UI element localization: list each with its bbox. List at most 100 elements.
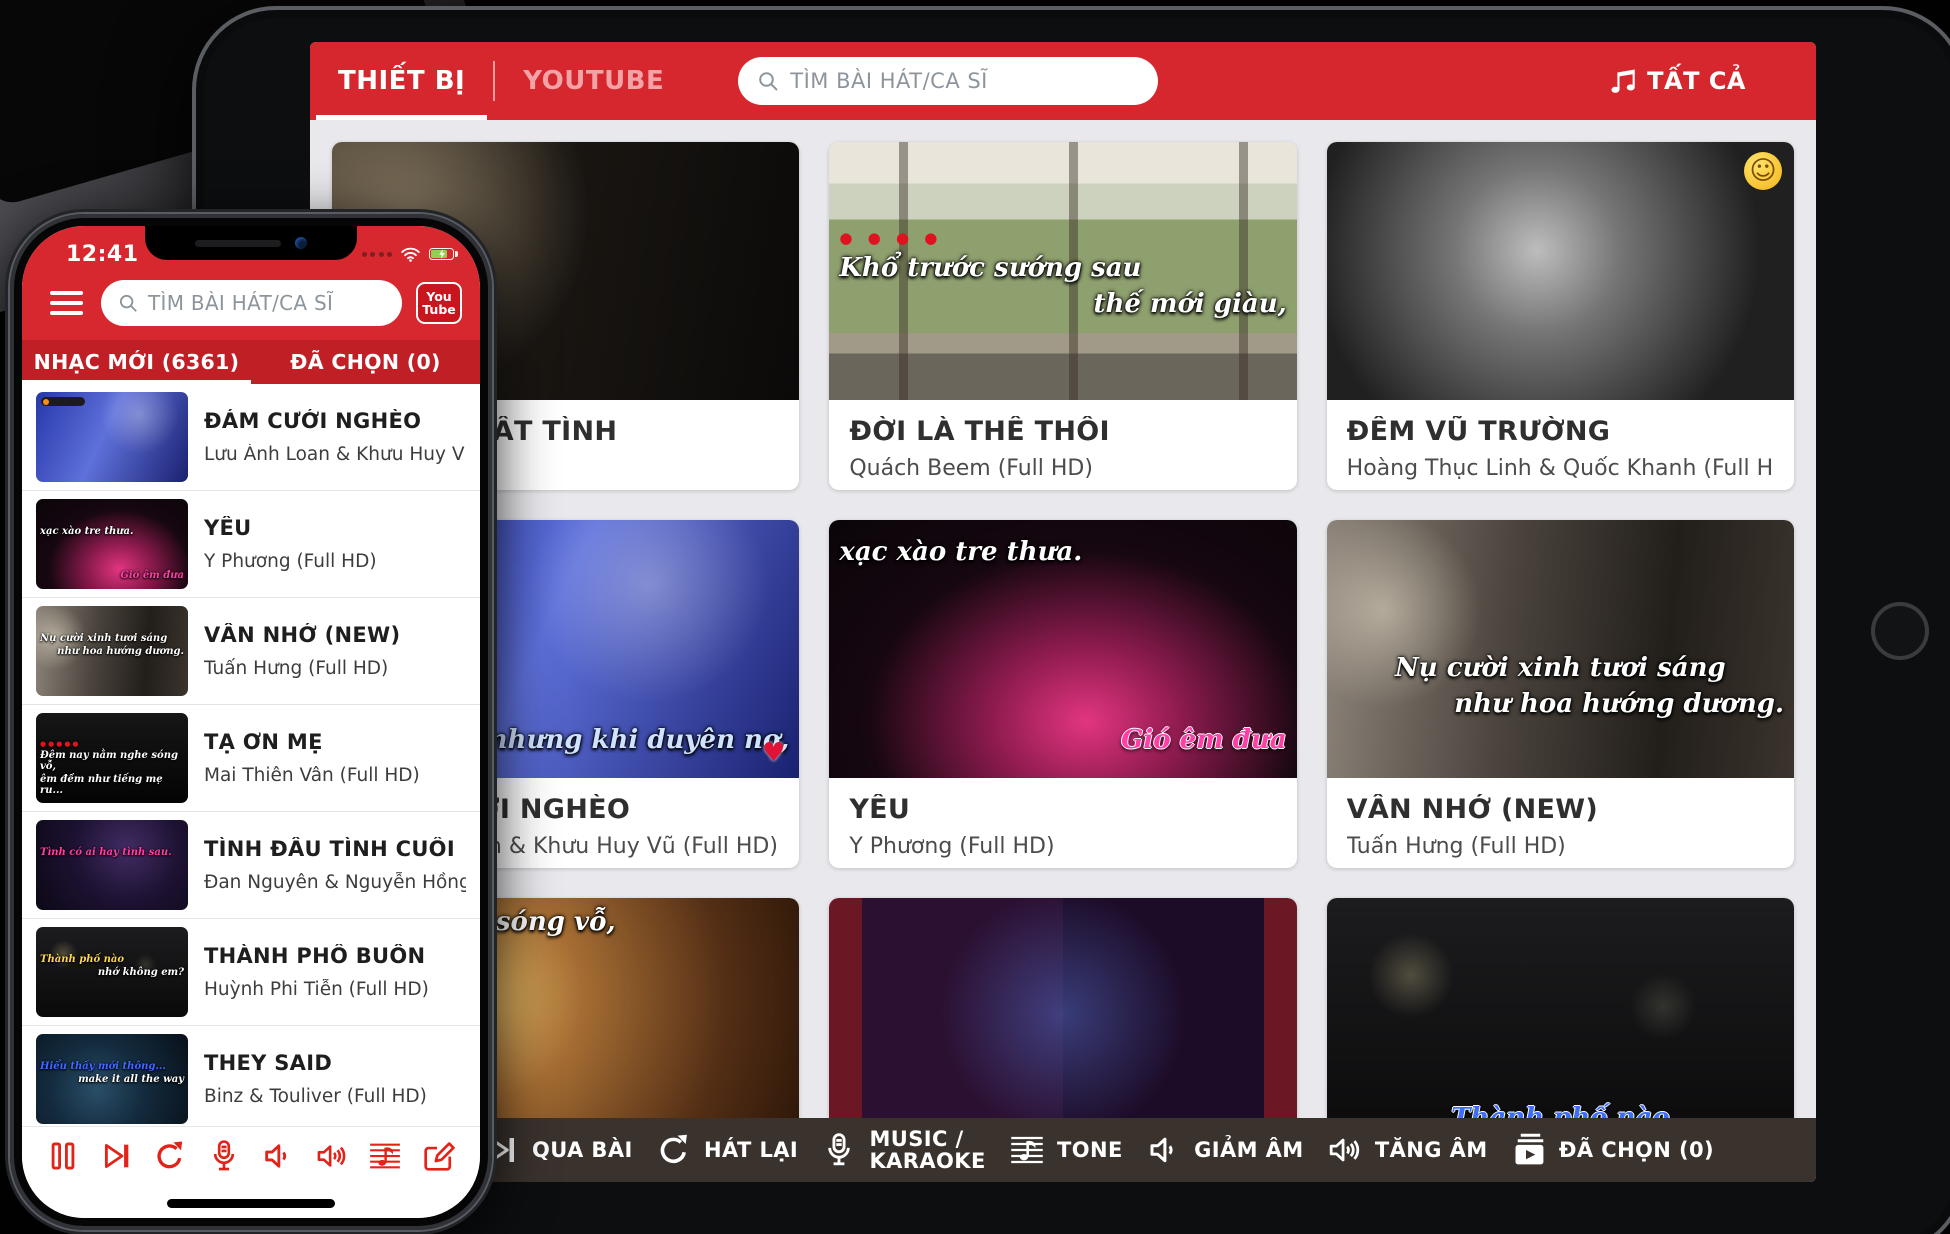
song-thumbnail [36,392,188,482]
microphone-icon [821,1132,857,1168]
song-info: THEY SAID Binz & Touliver (Full HD) [204,1051,427,1107]
skip-song-button[interactable]: QUA BÀI [478,1131,639,1169]
volume-up-button[interactable]: TĂNG ÂM [1321,1131,1494,1169]
selected-songs-button[interactable]: ĐÃ CHỌN (0) [1505,1131,1720,1169]
search-icon [117,292,139,314]
phone-tabs: NHẠC MỚI (6361) ĐÃ CHỌN (0) [22,340,480,384]
edit-button[interactable] [422,1139,456,1177]
karaoke-lyrics: Hiểu thấy mới thông...make it all the wa… [40,1061,184,1085]
karaoke-lyrics: Nụ cười xinh tươi sángnhư hoa hướng dươn… [1337,654,1784,719]
tab-label: THIẾT BỊ [338,66,465,96]
song-list-item[interactable]: Tình có ai hay tình sau.TÌNH ĐẦU TÌNH CU… [22,812,480,919]
song-info: TẠ ƠN MẸ Mai Thiên Vân (Full HD) [204,730,420,786]
tab-youtube[interactable]: YOUTUBE [495,42,692,120]
karaoke-lyrics: Nụ cười xinh tươi sángnhư hoa hướng dươn… [40,633,184,657]
pause-icon [46,1139,80,1173]
status-icons [362,246,455,263]
channel-logo [41,397,85,406]
lyric-line: Khổ trước sướng sau [839,254,1286,283]
tab-da-chon[interactable]: ĐÃ CHỌN (0) [251,340,480,384]
lyric-line: Gió êm đưa [120,570,184,581]
all-songs-label: TẤT CẢ [1647,67,1746,95]
song-title: TẠ ƠN MẸ [204,730,420,754]
phone-toolbar [22,1126,480,1188]
tablet-header: THIẾT BỊ YOUTUBE TÌM BÀI HÁT/CA SĨ TẤT C… [310,42,1816,120]
song-list-item[interactable]: Thành phố nào nhớ không em? THÀNH PHỐ BUỒN… [22,919,480,1026]
tab-label: NHẠC MỚI (6361) [34,350,240,374]
signal-dots-icon [362,252,393,257]
tablet-toolbar: QUA BÀI HÁT LẠI MUSIC /KARAOKE TONE GIẢM ÂM T… [310,1118,1816,1182]
status-time: 12:41 [66,242,139,267]
wifi-icon [400,246,421,263]
video-card[interactable]: ☺ĐÊM VŨ TRƯỜNGHoàng Thục Linh & Quốc Kha… [1327,142,1794,490]
lyric-line: Gió êm đưa [1121,726,1287,755]
playlist-icon [1511,1132,1547,1168]
song-title: TÌNH ĐẦU TÌNH CUỐI [204,837,466,861]
toolbar-label: GIẢM ÂM [1194,1139,1303,1161]
song-list-item[interactable]: ĐÁM CƯỚI NGHÈOLưu Ánh Loan & Khưu Huy Vũ… [22,384,480,491]
lyric-line: xạc xào tre thưa. [839,538,1286,567]
emoji-badge: ☺ [1744,152,1782,190]
skip-song-button[interactable] [100,1139,134,1177]
menu-button[interactable] [46,287,87,320]
video-card[interactable]: ● ● ● ●Khổ trước sướng sauthế mới giàu,Đ… [829,142,1296,490]
search-placeholder: TÌM BÀI HÁT/CA SĨ [148,291,333,315]
song-list-item[interactable]: ●●●●●Đêm nay nằm nghe sóng vỗ,êm đềm như… [22,705,480,812]
song-list: ĐÁM CƯỚI NGHÈOLưu Ánh Loan & Khưu Huy Vũ… [22,384,480,1126]
lyric-line: thế mới giàu, [1094,290,1287,319]
lyric-line: Nụ cười xinh tươi sáng [40,633,184,644]
tone-button[interactable]: TONE [1003,1131,1129,1169]
video-grid: ĐANG THẤT TÌNH(Full HD)● ● ● ●Khổ trước … [310,120,1816,1182]
lyric-line: Hiểu thấy mới thông... [40,1061,184,1072]
search-placeholder: TÌM BÀI HÁT/CA SĨ [790,69,988,93]
all-songs-button[interactable]: TẤT CẢ [1601,64,1752,98]
toolbar-label: TONE [1057,1139,1123,1161]
pause-button[interactable] [46,1139,80,1177]
song-list-item[interactable]: Hiểu thấy mới thông...make it all the wa… [22,1026,480,1126]
youtube-badge-button[interactable]: You Tube [416,282,462,324]
phone-notch [145,226,357,260]
replay-button[interactable] [153,1139,187,1177]
toolbar-label: ĐÃ CHỌN (0) [1559,1139,1714,1161]
lyric-line: Thành phố nào [40,954,184,965]
video-thumbnail: ● ● ● ●Khổ trước sướng sauthế mới giàu, [829,142,1296,400]
song-info: THÀNH PHỐ BUỒNHuỳnh Phi Tiễn (Full HD) [204,944,429,1000]
video-info: VẪN NHỚ (NEW)Tuấn Hưng (Full HD) [1327,778,1794,859]
video-card[interactable]: xạc xào tre thưa.Gió êm đưaYÊUY Phương (… [829,520,1296,868]
tab-nhac-moi[interactable]: NHẠC MỚI (6361) [22,340,251,384]
tablet-screen: THIẾT BỊ YOUTUBE TÌM BÀI HÁT/CA SĨ TẤT C… [310,42,1816,1182]
song-list-item[interactable]: Nụ cười xinh tươi sángnhư hoa hướng dươn… [22,598,480,705]
volume-down-button[interactable]: GIẢM ÂM [1140,1131,1309,1169]
tab-label: YOUTUBE [523,66,664,96]
volume-up-button[interactable] [315,1139,349,1177]
tablet-home-button[interactable] [1871,602,1929,660]
search-input[interactable]: TÌM BÀI HÁT/CA SĨ [738,57,1158,105]
song-thumbnail: ●●●●●Đêm nay nằm nghe sóng vỗ,êm đềm như… [36,713,188,803]
song-artist: Mai Thiên Vân (Full HD) [204,765,420,786]
lyric-line: nhớ không em? [98,967,184,978]
song-title: THEY SAID [204,1051,427,1075]
youtube-badge-line: Tube [422,303,455,316]
video-artist: Tuấn Hưng (Full HD) [1347,834,1774,859]
song-artist: Y Phương (Full HD) [204,551,377,572]
song-artist: Binz & Touliver (Full HD) [204,1086,427,1107]
song-artist: Tuấn Hưng (Full HD) [204,658,400,679]
redo-icon [153,1139,187,1173]
tab-thiet-bi[interactable]: THIẾT BỊ [310,42,493,120]
home-indicator[interactable] [167,1199,335,1208]
music-karaoke-button[interactable]: MUSIC /KARAOKE [815,1127,991,1173]
song-list-item[interactable]: xạc xào tre thưa. Gió êm đưa YÊUY Phương (… [22,491,480,598]
song-info: YÊUY Phương (Full HD) [204,516,377,572]
song-title: VẪN NHỚ (NEW) [204,623,400,647]
lyric-line: Nụ cười xinh tươi sáng [1395,654,1726,683]
lyric-line: xạc xào tre thưa. [40,526,184,537]
video-title: ĐỜI LÀ THẾ THÔI [849,416,1276,447]
search-input[interactable]: TÌM BÀI HÁT/CA SĨ [101,280,402,326]
battery-icon [429,248,454,261]
song-artist: Lưu Ánh Loan & Khưu Huy Vũ... [204,444,466,465]
video-card[interactable]: Nụ cười xinh tươi sángnhư hoa hướng dươn… [1327,520,1794,868]
replay-button[interactable]: HÁT LẠI [650,1131,804,1169]
music-karaoke-button[interactable] [207,1139,241,1177]
volume-down-button[interactable] [261,1139,295,1177]
tone-button[interactable] [368,1139,402,1177]
